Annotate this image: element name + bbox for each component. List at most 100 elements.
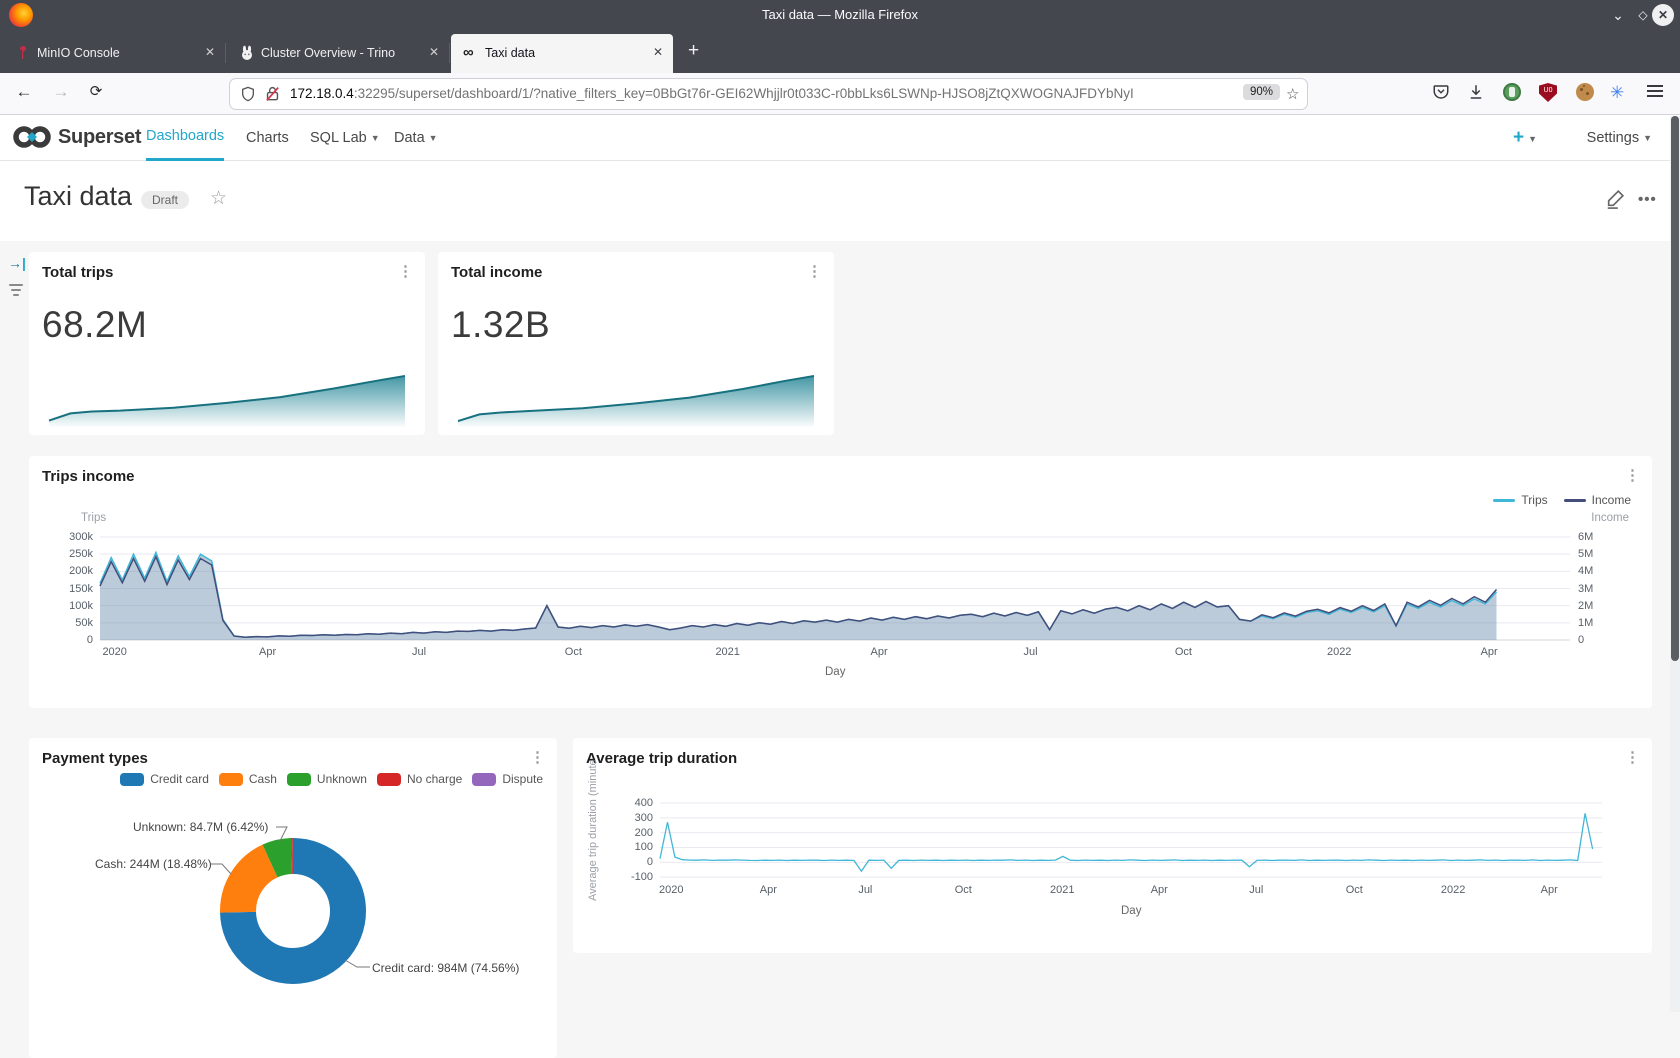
- card-total-trips: Total trips ⋮ 68.2M: [29, 252, 425, 435]
- edit-pencil-icon[interactable]: [1605, 187, 1627, 209]
- tab-separator: [449, 43, 450, 63]
- tab-title: Cluster Overview - Trino: [261, 46, 395, 60]
- y-tick-right: 2M: [1578, 600, 1618, 612]
- chart-kebab-menu-icon[interactable]: ⋮: [807, 262, 822, 280]
- nav-sql-lab[interactable]: SQL Lab▼: [310, 115, 380, 161]
- dashboard-header: Taxi data Draft ☆ •••: [0, 161, 1680, 241]
- tab-bar: MinIO Console ✕ Cluster Overview - Trino…: [0, 30, 1680, 73]
- x-tick: Oct: [543, 646, 603, 658]
- y-tick: 200: [611, 827, 653, 839]
- y-tick-left: 100k: [31, 600, 93, 612]
- tab-minio-console[interactable]: MinIO Console ✕: [3, 34, 225, 73]
- y-tick-right: 4M: [1578, 565, 1618, 577]
- insecure-lock-icon[interactable]: [264, 85, 281, 103]
- y-tick-right: 1M: [1578, 617, 1618, 629]
- card-trips-income: Trips income ⋮ TripsIncome Trips Income …: [29, 456, 1652, 708]
- avg-duration-chart: [573, 738, 1652, 953]
- cookie-extension-icon[interactable]: [1576, 83, 1594, 101]
- new-tab-button[interactable]: +: [688, 41, 699, 60]
- tab-title: Taxi data: [485, 46, 535, 60]
- reload-button[interactable]: ⟳: [84, 82, 108, 100]
- menu-hamburger-icon[interactable]: [1647, 85, 1663, 97]
- tab-close-icon[interactable]: ✕: [205, 45, 215, 59]
- new-item-button[interactable]: +▼: [1513, 115, 1537, 161]
- url-text: 172.18.0.4:32295/superset/dashboard/1/?n…: [290, 86, 1275, 101]
- brand-name: Superset: [58, 126, 141, 149]
- url-domain: 172.18.0.4: [290, 86, 354, 101]
- big-number-value: 1.32B: [451, 304, 550, 346]
- chart-title: Total income: [451, 264, 542, 281]
- y-tick: 0: [611, 856, 653, 868]
- shield-permissions-icon[interactable]: [240, 86, 256, 102]
- y-tick: 400: [611, 797, 653, 809]
- chart-kebab-menu-icon[interactable]: ⋮: [398, 262, 413, 280]
- minio-favicon: [15, 45, 31, 61]
- browser-toolbar: ← → ⟳ 172.18.0.4:32295/superset/dashboar…: [0, 73, 1680, 115]
- nav-data[interactable]: Data▼: [394, 115, 438, 161]
- x-tick: Jul: [1226, 884, 1286, 896]
- x-tick: Oct: [1153, 646, 1213, 658]
- superset-navbar: Superset Dashboards Charts SQL Lab▼ Data…: [0, 115, 1680, 161]
- chevron-down-icon: ▼: [371, 133, 380, 143]
- draft-badge: Draft: [141, 191, 189, 209]
- settings-menu[interactable]: Settings▼: [1587, 115, 1652, 161]
- favorite-star-icon[interactable]: ☆: [210, 187, 227, 210]
- x-tick: Apr: [238, 646, 298, 658]
- tab-trino[interactable]: Cluster Overview - Trino ✕: [227, 34, 449, 73]
- chart-title: Total trips: [42, 264, 113, 281]
- x-tick: 2022: [1309, 646, 1369, 658]
- x-tick: Jul: [389, 646, 449, 658]
- chevron-down-icon: ▼: [1528, 134, 1537, 144]
- card-total-income: Total income ⋮ 1.32B: [438, 252, 834, 435]
- y-tick-left: 300k: [31, 531, 93, 543]
- x-tick: Oct: [1324, 884, 1384, 896]
- url-bar[interactable]: 172.18.0.4:32295/superset/dashboard/1/?n…: [230, 79, 1307, 109]
- window-maximize-button[interactable]: ◇: [1632, 4, 1654, 26]
- chevron-down-icon: ▼: [1643, 133, 1652, 143]
- url-path: :32295/superset/dashboard/1/?native_filt…: [354, 86, 1134, 101]
- superset-infinity-icon: [12, 124, 52, 150]
- window-close-button[interactable]: ✕: [1652, 4, 1674, 26]
- tab-close-icon[interactable]: ✕: [653, 45, 663, 59]
- nav-charts[interactable]: Charts: [246, 115, 289, 161]
- dashboard-title: Taxi data: [24, 181, 132, 212]
- page-scrollbar: [1670, 116, 1680, 1012]
- pocket-icon[interactable]: [1432, 83, 1450, 101]
- y-tick: 300: [611, 812, 653, 824]
- x-tick: Apr: [1519, 884, 1579, 896]
- filter-icon[interactable]: [8, 281, 24, 299]
- back-button[interactable]: ←: [12, 82, 36, 102]
- x-axis-title: Day: [1121, 905, 1141, 917]
- big-number-value: 68.2M: [42, 304, 147, 346]
- window-minimize-button[interactable]: ⌄: [1607, 4, 1629, 26]
- x-axis-title: Day: [825, 666, 845, 678]
- y-tick-left: 150k: [31, 583, 93, 595]
- bookmark-star-icon[interactable]: ☆: [1286, 85, 1299, 103]
- pie-callout-cash: Cash: 244M (18.48%): [95, 857, 212, 871]
- ublock-origin-icon[interactable]: U0: [1539, 83, 1557, 102]
- window-titlebar: Taxi data — Mozilla Firefox ⌄ ◇ ✕: [0, 0, 1680, 30]
- x-tick: Jul: [835, 884, 895, 896]
- scrollbar-thumb[interactable]: [1671, 116, 1679, 661]
- tab-title: MinIO Console: [37, 46, 120, 60]
- dashboard-body: →| Total trips ⋮ 68.2M Total income ⋮ 1.…: [0, 241, 1680, 1012]
- extension-icon[interactable]: [1503, 83, 1521, 101]
- more-actions-icon[interactable]: •••: [1638, 191, 1657, 208]
- card-avg-trip-duration: Average trip duration ⋮ Average trip dur…: [573, 738, 1652, 953]
- downloads-icon[interactable]: [1467, 83, 1485, 101]
- tab-taxi-data-active[interactable]: ∞ Taxi data ✕: [451, 34, 673, 73]
- asterisk-extension-icon[interactable]: ✳: [1610, 83, 1624, 103]
- y-tick-left: 200k: [31, 565, 93, 577]
- sparkline-chart: [450, 370, 822, 428]
- superset-logo[interactable]: Superset: [12, 124, 141, 150]
- pie-callout-unknown: Unknown: 84.7M (6.42%): [133, 820, 268, 834]
- y-tick: 100: [611, 841, 653, 853]
- nav-dashboards[interactable]: Dashboards: [146, 115, 224, 161]
- x-tick: Apr: [1129, 884, 1189, 896]
- x-tick: Jul: [1001, 646, 1061, 658]
- expand-filter-bar-icon[interactable]: →|: [8, 255, 26, 271]
- page-zoom-badge[interactable]: 90%: [1243, 84, 1280, 100]
- x-tick: Apr: [849, 646, 909, 658]
- tab-close-icon[interactable]: ✕: [429, 45, 439, 59]
- forward-button[interactable]: →: [49, 82, 73, 102]
